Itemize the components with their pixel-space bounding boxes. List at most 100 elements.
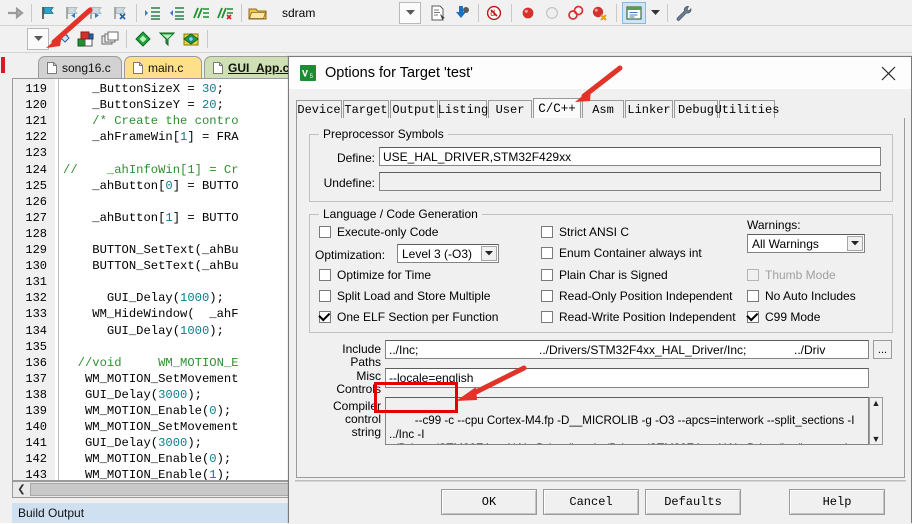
scroll-down-icon[interactable]: ▼: [872, 434, 881, 444]
checkbox-box[interactable]: [747, 311, 759, 323]
red-ball-icon[interactable]: [517, 2, 539, 24]
compiler-control-string-text[interactable]: --c99 -c --cpu Cortex-M4.fp -D__MICROLIB…: [385, 397, 869, 445]
code-line[interactable]: WM_MOTION_Enable(0);: [63, 404, 231, 418]
checkbox-box[interactable]: [541, 226, 553, 238]
checkbox-box[interactable]: [319, 311, 331, 323]
include-paths-browse-button[interactable]: ...: [873, 340, 892, 359]
debug-start-icon[interactable]: d: [484, 2, 506, 24]
breakpoint-kill-icon[interactable]: [589, 2, 611, 24]
checkbox-box[interactable]: [541, 247, 553, 259]
code-line[interactable]: _ahFrameWin[1] = FRA: [63, 130, 238, 144]
flag-next-icon[interactable]: [85, 2, 107, 24]
tab-output[interactable]: Output: [390, 100, 438, 119]
comment-lines-icon[interactable]: [190, 2, 212, 24]
code-line[interactable]: WM_HideWindow( _ahF: [63, 307, 238, 321]
tab-asm[interactable]: Asm: [582, 100, 624, 119]
optimization-select[interactable]: Level 3 (-O3): [397, 244, 499, 263]
breakpoint-toggle-icon[interactable]: [565, 2, 587, 24]
hscroll-thumb[interactable]: [30, 483, 296, 496]
chevron-down-icon[interactable]: [399, 1, 422, 24]
tab-linker[interactable]: Linker: [625, 100, 673, 119]
checkbox-box[interactable]: [319, 226, 331, 238]
checkbox-c99-mode[interactable]: C99 Mode: [747, 310, 820, 324]
checkbox-split-load-store-multiple[interactable]: Split Load and Store Multiple: [319, 289, 490, 303]
code-line[interactable]: GUI_Delay(3000);: [63, 388, 202, 402]
code-line[interactable]: //void WM_MOTION_E: [63, 356, 239, 370]
build-target-icon[interactable]: [51, 28, 73, 50]
checkbox-box[interactable]: [541, 311, 553, 323]
code-line[interactable]: WM_MOTION_Enable(0);: [63, 452, 231, 466]
indent-decrease-icon[interactable]: [166, 2, 188, 24]
checkbox-read-write-position-independent[interactable]: Read-Write Position Independent: [541, 310, 736, 324]
tab-debug[interactable]: Debug: [674, 100, 718, 119]
checkbox-no-auto-includes[interactable]: No Auto Includes: [747, 289, 856, 303]
flag-delete-icon[interactable]: [109, 2, 131, 24]
defaults-button[interactable]: Defaults: [645, 489, 741, 515]
document-properties-icon[interactable]: [427, 2, 449, 24]
compiler-string-scrollbar[interactable]: ▲ ▼: [869, 397, 883, 445]
checkbox-one-elf-section-per-function[interactable]: One ELF Section per Function: [319, 310, 498, 324]
help-button[interactable]: Help: [789, 489, 885, 515]
checkbox-box[interactable]: [541, 269, 553, 281]
tab-user[interactable]: User: [488, 100, 532, 119]
code-line[interactable]: _ButtonSizeX = 30;: [63, 82, 224, 96]
target-selector[interactable]: sdram: [276, 1, 422, 24]
chevron-down-icon[interactable]: [27, 28, 49, 50]
checkbox-enum-container-always-int[interactable]: Enum Container always int: [541, 246, 702, 260]
checkbox-optimize-for-time[interactable]: Optimize for Time: [319, 268, 431, 282]
code-line[interactable]: WM_MOTION_Enable(1);: [63, 468, 231, 480]
code-line[interactable]: GUI_Delay(1000);: [63, 324, 224, 338]
code-line[interactable]: _ahButton[0] = BUTTO: [63, 179, 238, 193]
include-paths-input[interactable]: ../Inc; ../Drivers/STM32F4xx_HAL_Driver/…: [385, 340, 869, 359]
checkbox-execute-only-code[interactable]: Execute-only Code: [319, 225, 438, 239]
tab-listing[interactable]: Listing: [438, 100, 488, 119]
editor-hscrollbar[interactable]: ❮: [12, 481, 297, 498]
translate-icon[interactable]: [132, 28, 154, 50]
checkbox-box[interactable]: [541, 290, 553, 302]
uncomment-lines-icon[interactable]: [214, 2, 236, 24]
checkbox-strict-ansi-c[interactable]: Strict ANSI C: [541, 225, 629, 239]
indent-increase-icon[interactable]: [142, 2, 164, 24]
step-out-arrow-icon[interactable]: [4, 2, 26, 24]
chevron-down-icon[interactable]: [847, 236, 863, 251]
batch-build-icon[interactable]: [99, 28, 121, 50]
open-folder-icon[interactable]: [247, 2, 269, 24]
scroll-up-icon[interactable]: ▲: [872, 398, 881, 408]
pack-installer-icon[interactable]: [180, 28, 202, 50]
define-input[interactable]: USE_HAL_DRIVER,STM32F429xx: [379, 147, 881, 166]
checkbox-box[interactable]: [319, 290, 331, 302]
code-line[interactable]: WM_MOTION_SetMovement: [63, 420, 239, 434]
checkbox-plain-char-is-signed[interactable]: Plain Char is Signed: [541, 268, 668, 282]
code-line[interactable]: // _ahInfoWin[1] = Cr: [63, 163, 239, 177]
tab-utilities[interactable]: Utilities: [715, 100, 779, 119]
chevron-down-icon[interactable]: [481, 246, 497, 261]
close-icon[interactable]: [865, 57, 911, 89]
checkbox-box[interactable]: [319, 269, 331, 281]
code-line[interactable]: GUI_Delay(1000);: [63, 291, 224, 305]
project-window-dropdown-icon[interactable]: [648, 2, 662, 24]
editor-tab-guiappc[interactable]: GUI_App.c: [204, 56, 300, 79]
checkbox-box[interactable]: [747, 290, 759, 302]
code-line[interactable]: _ButtonSizeY = 20;: [63, 98, 224, 112]
tab-device[interactable]: Device: [296, 100, 342, 119]
download-to-target-icon[interactable]: [451, 2, 473, 24]
flag-prev-icon[interactable]: [61, 2, 83, 24]
code-line[interactable]: _ahButton[1] = BUTTO: [63, 211, 238, 225]
code-editor[interactable]: 119 120 121 122 123 124 125 126 127 128 129 130 131 1…: [12, 78, 297, 481]
misc-controls-input[interactable]: --locale=english: [385, 368, 869, 388]
code-line[interactable]: GUI_Delay(3000);: [63, 436, 202, 450]
rebuild-all-icon[interactable]: [75, 28, 97, 50]
tab-target[interactable]: Target: [343, 100, 389, 119]
code-line[interactable]: WM_MOTION_SetMovement: [63, 372, 239, 386]
build-output-pane-title[interactable]: Build Output: [12, 503, 303, 523]
project-window-icon[interactable]: [622, 1, 647, 24]
manage-project-icon[interactable]: [156, 28, 178, 50]
tab-c-cpp[interactable]: C/C++: [533, 98, 581, 120]
code-line[interactable]: BUTTON_SetText(_ahBu: [63, 259, 238, 273]
cancel-button[interactable]: Cancel: [543, 489, 639, 515]
gray-ball-icon[interactable]: [541, 2, 563, 24]
code-line[interactable]: /* Create the contro: [63, 114, 238, 128]
scroll-left-icon[interactable]: ❮: [13, 482, 30, 497]
ok-button[interactable]: OK: [441, 489, 537, 515]
undefine-input[interactable]: [379, 172, 881, 191]
